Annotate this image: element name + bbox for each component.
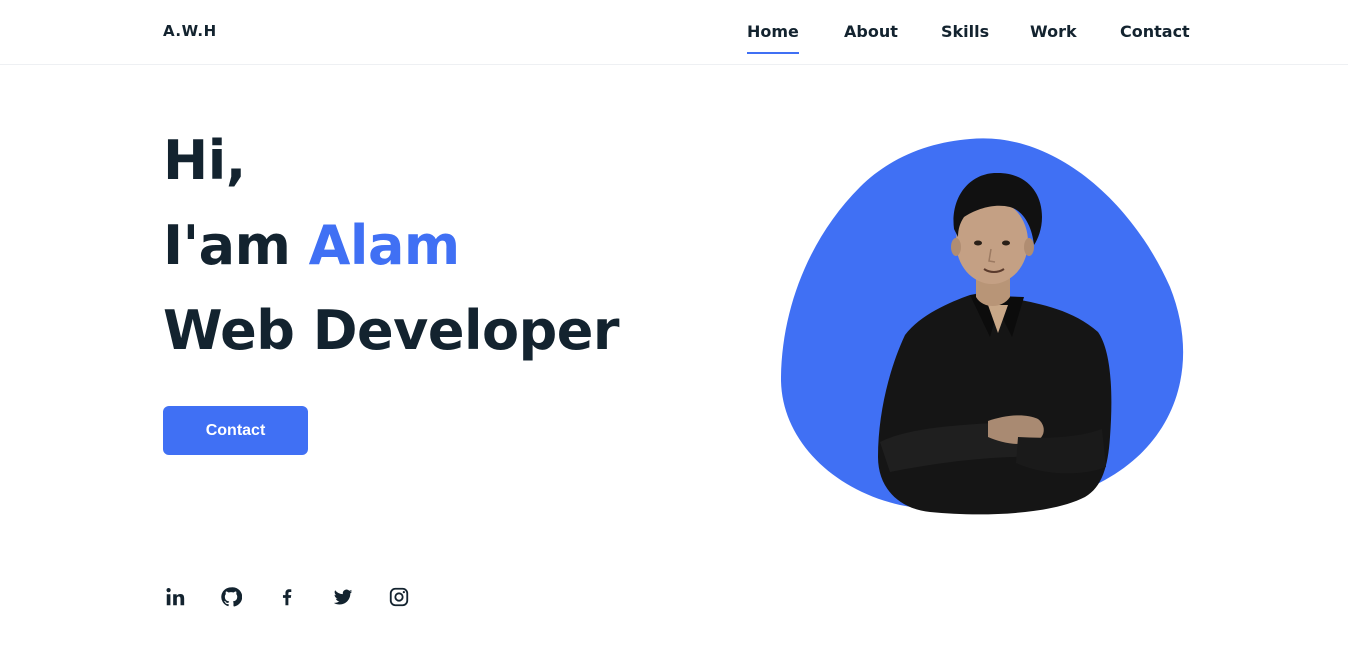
facebook-icon[interactable] <box>275 585 299 609</box>
site-header: A.W.H Home About Skills Work Contact <box>0 0 1348 65</box>
hero-greeting: Hi, <box>163 129 246 192</box>
nav-about[interactable]: About <box>844 22 898 41</box>
instagram-icon[interactable] <box>387 585 411 609</box>
hero-intro: I'am Alam <box>163 203 619 288</box>
hero-intro-prefix: I'am <box>163 214 309 277</box>
contact-button[interactable]: Contact <box>163 406 308 455</box>
main-nav: Home About Skills Work Contact <box>0 22 1348 58</box>
nav-work[interactable]: Work <box>1030 22 1077 41</box>
hero-title: Hi, I'am Alam Web Developer <box>163 118 620 373</box>
github-icon[interactable] <box>219 585 243 609</box>
hero-role: Web Developer <box>163 299 620 362</box>
nav-home[interactable]: Home <box>747 22 799 54</box>
linkedin-icon[interactable] <box>163 585 187 609</box>
nav-skills[interactable]: Skills <box>941 22 989 41</box>
twitter-icon[interactable] <box>331 585 355 609</box>
nav-contact[interactable]: Contact <box>1120 22 1190 41</box>
hero-image <box>780 137 1188 515</box>
hero-name: Alam <box>308 214 461 277</box>
